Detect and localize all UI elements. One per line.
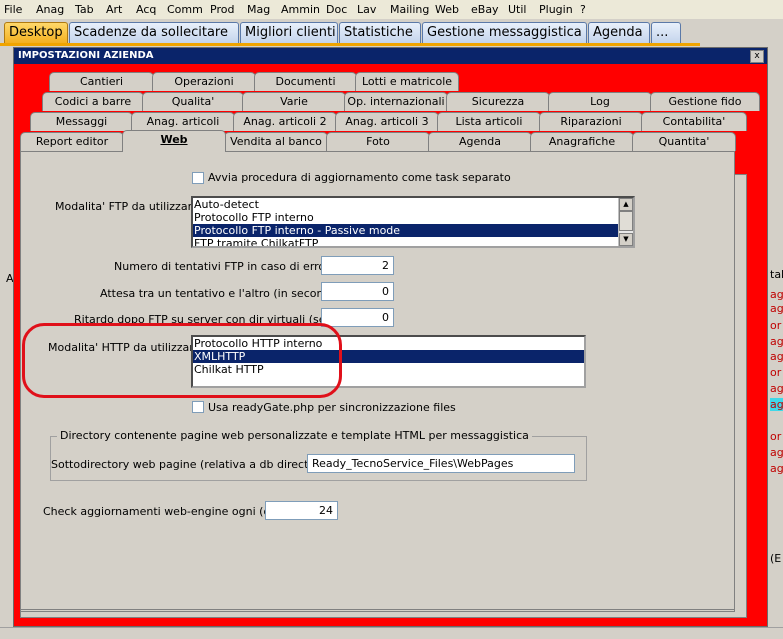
tab-lotti-matricole[interactable]: Lotti e matricole bbox=[355, 72, 459, 91]
tab-riparazioni[interactable]: Riparazioni bbox=[539, 112, 643, 131]
tab-report-editor[interactable]: Report editor bbox=[20, 132, 124, 151]
tab-more[interactable]: ... bbox=[651, 22, 681, 43]
tab-agenda-settings[interactable]: Agenda bbox=[428, 132, 532, 151]
menu-prod[interactable]: Prod bbox=[210, 3, 234, 16]
tab-foto[interactable]: Foto bbox=[326, 132, 430, 151]
tab-log[interactable]: Log bbox=[548, 92, 652, 111]
menu-file[interactable]: File bbox=[4, 3, 22, 16]
background-text: or bbox=[770, 430, 782, 443]
tab-quantita[interactable]: Quantita' bbox=[632, 132, 736, 151]
tab-agenda[interactable]: Agenda bbox=[588, 22, 650, 43]
menu-acq[interactable]: Acq bbox=[136, 3, 156, 16]
tab-anagrafiche[interactable]: Anagrafiche bbox=[530, 132, 634, 151]
tab-op-internazionali[interactable]: Op. internazionali bbox=[344, 92, 448, 111]
background-text: ag bbox=[770, 288, 783, 301]
tab-codici-barre[interactable]: Codici a barre bbox=[42, 92, 144, 111]
document-tabs: Desktop Scadenze da sollecitare Migliori… bbox=[0, 19, 783, 45]
menu-util[interactable]: Util bbox=[508, 3, 526, 16]
tab-documenti[interactable]: Documenti bbox=[254, 72, 357, 91]
status-bar bbox=[0, 627, 783, 639]
tab-anag-articoli[interactable]: Anag. articoli bbox=[131, 112, 235, 131]
menu-mailing[interactable]: Mailing bbox=[390, 3, 429, 16]
background-text: ag bbox=[770, 335, 783, 348]
tab-statistiche[interactable]: Statistiche bbox=[339, 22, 421, 43]
background-text: (E bbox=[770, 552, 782, 565]
menu-ebay[interactable]: eBay bbox=[471, 3, 499, 16]
menu-web[interactable]: Web bbox=[435, 3, 459, 16]
menu-mag[interactable]: Mag bbox=[247, 3, 270, 16]
close-icon[interactable]: x bbox=[750, 50, 764, 63]
tab-operazioni[interactable]: Operazioni bbox=[152, 72, 256, 91]
menu-art[interactable]: Art bbox=[106, 3, 122, 16]
menu-anag[interactable]: Anag bbox=[36, 3, 64, 16]
menu-plugin[interactable]: Plugin bbox=[539, 3, 573, 16]
background-text: or bbox=[770, 319, 782, 332]
background-text: ag bbox=[770, 446, 783, 459]
tab-anag-articoli-2[interactable]: Anag. articoli 2 bbox=[233, 112, 337, 131]
background-text: ag bbox=[770, 302, 783, 315]
tab-cantieri[interactable]: Cantieri bbox=[49, 72, 154, 91]
tab-web[interactable]: Web bbox=[122, 130, 226, 152]
background-text: ag bbox=[770, 350, 783, 363]
tab-lista-articoli[interactable]: Lista articoli bbox=[437, 112, 541, 131]
menu-comm[interactable]: Comm bbox=[167, 3, 203, 16]
menu-tab[interactable]: Tab bbox=[75, 3, 94, 16]
background-text: ag bbox=[770, 398, 783, 411]
menu-ammin[interactable]: Ammin bbox=[281, 3, 320, 16]
menu-lav[interactable]: Lav bbox=[357, 3, 376, 16]
tab-scadenze[interactable]: Scadenze da sollecitare bbox=[69, 22, 239, 43]
tab-gestione-messaggistica[interactable]: Gestione messaggistica bbox=[422, 22, 587, 43]
tab-qualita[interactable]: Qualita' bbox=[142, 92, 244, 111]
menu-bar: File Anag Tab Art Acq Comm Prod Mag Ammi… bbox=[0, 0, 783, 20]
active-tab-underline bbox=[0, 43, 700, 46]
tab-migliori-clienti[interactable]: Migliori clienti bbox=[240, 22, 338, 43]
tab-vendita-banco[interactable]: Vendita al banco bbox=[224, 132, 328, 151]
tab-gestione-fido[interactable]: Gestione fido bbox=[650, 92, 760, 111]
tab-desktop[interactable]: Desktop bbox=[4, 22, 68, 43]
menu-doc[interactable]: Doc bbox=[326, 3, 347, 16]
tab-sicurezza[interactable]: Sicurezza bbox=[446, 92, 550, 111]
tab-anag-articoli-3[interactable]: Anag. articoli 3 bbox=[335, 112, 439, 131]
highlight-annotation bbox=[22, 323, 342, 398]
background-text: ag bbox=[770, 382, 783, 395]
tab-varie[interactable]: Varie bbox=[242, 92, 346, 111]
background-text: tal bbox=[770, 268, 783, 281]
background-text: ag bbox=[770, 462, 783, 475]
window-title: IMPOSTAZIONI AZIENDA bbox=[14, 48, 767, 64]
background-text: or bbox=[770, 366, 782, 379]
tab-messaggi[interactable]: Messaggi bbox=[30, 112, 133, 131]
menu-help[interactable]: ? bbox=[580, 3, 586, 16]
tab-contabilita[interactable]: Contabilita' bbox=[641, 112, 747, 131]
